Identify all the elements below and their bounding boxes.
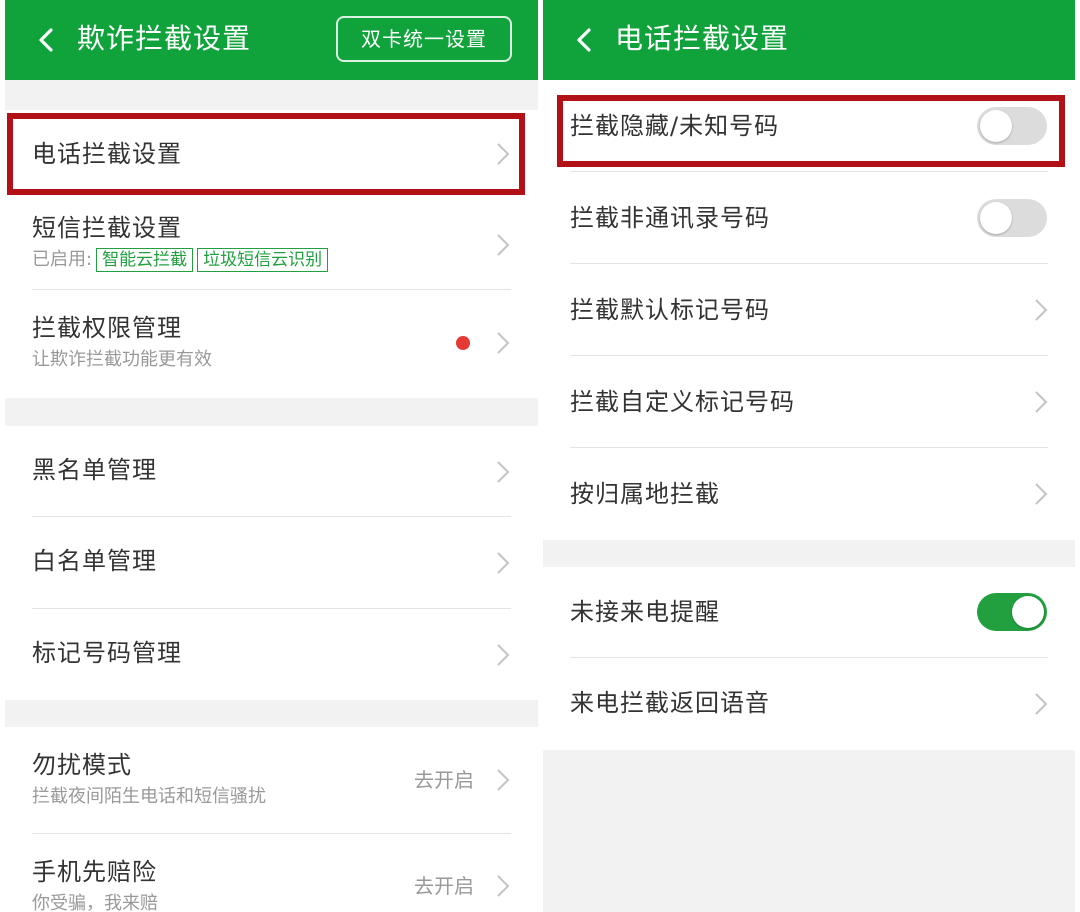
page-title: 欺诈拦截设置 [77,22,252,55]
notification-dot [456,336,470,350]
list-item-non-contacts[interactable]: 拦截非通讯录号码 [543,172,1075,264]
tag-spam-sms-cloud-recognition: 垃圾短信云识别 [197,248,329,272]
enabled-tags: 已启用: 智能云拦截 垃圾短信云识别 [32,247,329,273]
toggle-knob [980,202,1012,234]
page-title: 电话拦截设置 [615,22,790,55]
enabled-prefix: 已启用: [32,249,93,270]
tag-smart-cloud-intercept: 智能云拦截 [96,248,194,272]
chevron-right-icon [497,552,510,574]
list-item-label: 拦截权限管理 [32,314,182,342]
header-bar: 欺诈拦截设置 双卡统一设置 [5,0,538,80]
extra-services-group: 勿扰模式 拦截夜间陌生电话和短信骚扰 去开启 手机先赔险 你受骗，我来赔 去开启 [5,727,538,912]
list-item-label: 拦截自定义标记号码 [570,388,795,416]
chevron-right-icon [497,461,510,483]
enable-action-text[interactable]: 去开启 [414,873,474,899]
toggle-switch[interactable] [977,593,1047,631]
list-item-by-region[interactable]: 按归属地拦截 [543,448,1075,540]
list-item-label: 白名单管理 [32,547,157,575]
chevron-right-icon [1035,483,1048,505]
header-bar: 电话拦截设置 [543,0,1075,80]
list-item-label: 标记号码管理 [32,639,182,667]
list-item-label: 来电拦截返回语音 [570,689,770,717]
list-item-label: 拦截非通讯录号码 [570,204,770,232]
list-item-marked-numbers[interactable]: 标记号码管理 [5,609,538,700]
enable-action-text[interactable]: 去开启 [414,767,474,793]
list-item-whitelist[interactable]: 白名单管理 [5,517,538,609]
list-item-blacklist[interactable]: 黑名单管理 [5,426,538,517]
back-arrow-icon[interactable] [573,27,595,53]
dual-sim-settings-button[interactable]: 双卡统一设置 [336,16,512,62]
chevron-right-icon [1035,391,1048,413]
chevron-right-icon [1035,299,1048,321]
chevron-right-icon [497,769,510,791]
list-item-label: 黑名单管理 [32,456,157,484]
chevron-right-icon [497,234,510,256]
list-item-label: 短信拦截设置 [32,214,182,242]
list-item-subtitle: 拦截夜间陌生电话和短信骚扰 [32,786,266,807]
list-item-label: 未接来电提醒 [570,598,720,626]
fraud-intercept-settings-screen: 欺诈拦截设置 双卡统一设置 电话拦截设置 短信拦截设置 已启用: 智能云拦截 垃… [5,0,538,912]
call-reminder-group: 未接来电提醒 来电拦截返回语音 [543,567,1075,750]
back-arrow-icon[interactable] [35,27,57,53]
list-item-label: 拦截默认标记号码 [570,296,770,324]
toggle-knob [1012,596,1044,628]
chevron-right-icon [497,644,510,666]
list-item-subtitle: 你受骗，我来赔 [32,893,158,912]
list-item-label: 勿扰模式 [32,751,132,779]
list-item-subtitle: 让欺诈拦截功能更有效 [32,349,212,370]
list-item-label: 手机先赔险 [32,858,157,886]
chevron-right-icon [497,332,510,354]
list-item-intercept-permissions[interactable]: 拦截权限管理 让欺诈拦截功能更有效 [5,290,538,398]
call-intercept-settings-screen: 电话拦截设置 拦截隐藏/未知号码 拦截非通讯录号码 拦截默认标记号码 拦截自定义… [543,0,1075,912]
list-item-default-marked[interactable]: 拦截默认标记号码 [543,264,1075,356]
chevron-right-icon [1035,693,1048,715]
chevron-right-icon [497,875,510,897]
list-item-missed-call-reminder[interactable]: 未接来电提醒 [543,567,1075,658]
highlight-box [557,95,1065,167]
list-item-custom-marked[interactable]: 拦截自定义标记号码 [543,356,1075,448]
list-item-phone-insurance[interactable]: 手机先赔险 你受骗，我来赔 去开启 [5,834,538,912]
list-item-intercept-voice[interactable]: 来电拦截返回语音 [543,658,1075,750]
list-item-label: 按归属地拦截 [570,480,720,508]
list-item-sms-intercept[interactable]: 短信拦截设置 已启用: 智能云拦截 垃圾短信云识别 [5,198,538,290]
list-management-group: 黑名单管理 白名单管理 标记号码管理 [5,426,538,700]
list-item-do-not-disturb[interactable]: 勿扰模式 拦截夜间陌生电话和短信骚扰 去开启 [5,727,538,834]
highlight-box [7,113,525,195]
toggle-switch[interactable] [977,199,1047,237]
